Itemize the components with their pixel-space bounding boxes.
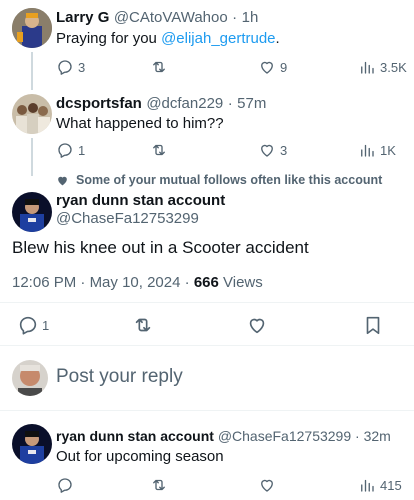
views-icon: [361, 479, 374, 492]
post-time[interactable]: 57m: [237, 95, 266, 112]
like-count: 3: [280, 142, 288, 158]
dot-separator: ·: [184, 274, 190, 291]
author-handle[interactable]: @dcfan229: [146, 95, 223, 112]
heart-icon: [261, 479, 273, 492]
dot-separator: ·: [80, 274, 86, 291]
repost-icon: [135, 318, 151, 332]
avatar[interactable]: [12, 8, 52, 48]
bookmark-button[interactable]: [362, 314, 384, 341]
views-button[interactable]: 415: [358, 476, 402, 494]
author-name[interactable]: dcsportsfan: [56, 95, 142, 112]
author-handle[interactable]: @ChaseFa12753299: [218, 428, 351, 444]
views-icon: [361, 61, 374, 74]
views-button[interactable]: 1K: [358, 141, 396, 159]
views-icon: [361, 144, 374, 157]
heart-icon: [261, 61, 273, 74]
heart-icon: [249, 318, 265, 334]
like-button[interactable]: [246, 314, 268, 341]
author-name[interactable]: ryan dunn stan account: [56, 428, 214, 444]
dot-separator: ·: [227, 95, 233, 112]
dot-separator: ·: [355, 428, 360, 444]
avatar[interactable]: [12, 192, 52, 232]
dot-separator: ·: [232, 9, 238, 26]
heart-icon: [261, 144, 273, 157]
author-name[interactable]: ryan dunn stan account: [56, 192, 225, 209]
reply-header: Larry G @CAtoVAWahoo · 1h: [56, 9, 258, 27]
repost-button[interactable]: [132, 314, 154, 341]
divider: [0, 345, 414, 346]
like-count: 9: [280, 59, 288, 75]
social-context-text: Some of your mutual follows often like t…: [76, 173, 383, 187]
reply-button[interactable]: 1: [56, 141, 85, 159]
reply-count: 3: [78, 59, 86, 75]
views-count: 415: [380, 477, 402, 493]
post-time[interactable]: 32m: [364, 428, 391, 444]
views-label: Views: [223, 274, 263, 291]
comment-icon: [58, 60, 72, 75]
social-context: Some of your mutual follows often like t…: [56, 173, 382, 187]
like-button[interactable]: [258, 476, 276, 494]
like-button[interactable]: 9: [258, 58, 287, 76]
post-time[interactable]: 1h: [242, 9, 259, 26]
author-name[interactable]: Larry G: [56, 9, 109, 26]
reply-text: What happened to him??: [56, 115, 224, 132]
reply-button[interactable]: 1: [17, 314, 49, 336]
avatar[interactable]: [12, 360, 48, 396]
views-button[interactable]: 3.5K: [358, 58, 407, 76]
author-handle[interactable]: @ChaseFa12753299: [56, 210, 199, 227]
reply-header: ryan dunn stan account @ChaseFa12753299 …: [56, 428, 391, 444]
reply-text-prefix: Praying for you: [56, 30, 162, 47]
thread-line: [31, 52, 33, 90]
repost-icon: [153, 144, 165, 156]
like-button[interactable]: 3: [258, 141, 287, 159]
views-count: 1K: [380, 142, 396, 158]
views-number: 666: [193, 274, 219, 291]
reply-count: 1: [42, 317, 50, 333]
tweet-text: Blew his knee out in a Scooter accident: [12, 238, 309, 257]
mention-link[interactable]: @elijah_gertrude: [161, 30, 275, 47]
heart-filled-icon: [58, 176, 67, 185]
repost-button[interactable]: [150, 141, 172, 159]
reply-button[interactable]: 3: [56, 58, 85, 76]
tweet-time[interactable]: 12:06 PM: [12, 274, 76, 291]
views-count: 3.5K: [380, 59, 407, 75]
reply-header: dcsportsfan @dcfan229 · 57m: [56, 95, 266, 113]
repost-icon: [153, 61, 165, 73]
reply-text-suffix: .: [275, 30, 280, 47]
avatar[interactable]: [12, 424, 52, 464]
reply-button[interactable]: [56, 476, 74, 494]
repost-icon: [153, 479, 165, 491]
repost-button[interactable]: [150, 58, 172, 76]
tweet-date[interactable]: May 10, 2024: [90, 274, 181, 291]
divider: [0, 302, 414, 303]
comment-icon: [19, 316, 37, 335]
comment-icon: [58, 478, 72, 493]
bookmark-icon: [366, 316, 380, 335]
reply-input[interactable]: Post your reply: [56, 366, 183, 388]
author-handle[interactable]: @CAtoVAWahoo: [114, 9, 228, 26]
thread-line: [31, 138, 33, 176]
divider: [0, 410, 414, 411]
tweet-meta: 12:06 PM · May 10, 2024 · 666 Views: [12, 274, 263, 291]
repost-button[interactable]: [150, 476, 168, 494]
avatar[interactable]: [12, 94, 52, 134]
comment-icon: [58, 143, 72, 158]
reply-count: 1: [78, 142, 86, 158]
reply-text: Praying for you @elijah_gertrude.: [56, 29, 280, 49]
reply-text: Out for upcoming season: [56, 448, 224, 465]
